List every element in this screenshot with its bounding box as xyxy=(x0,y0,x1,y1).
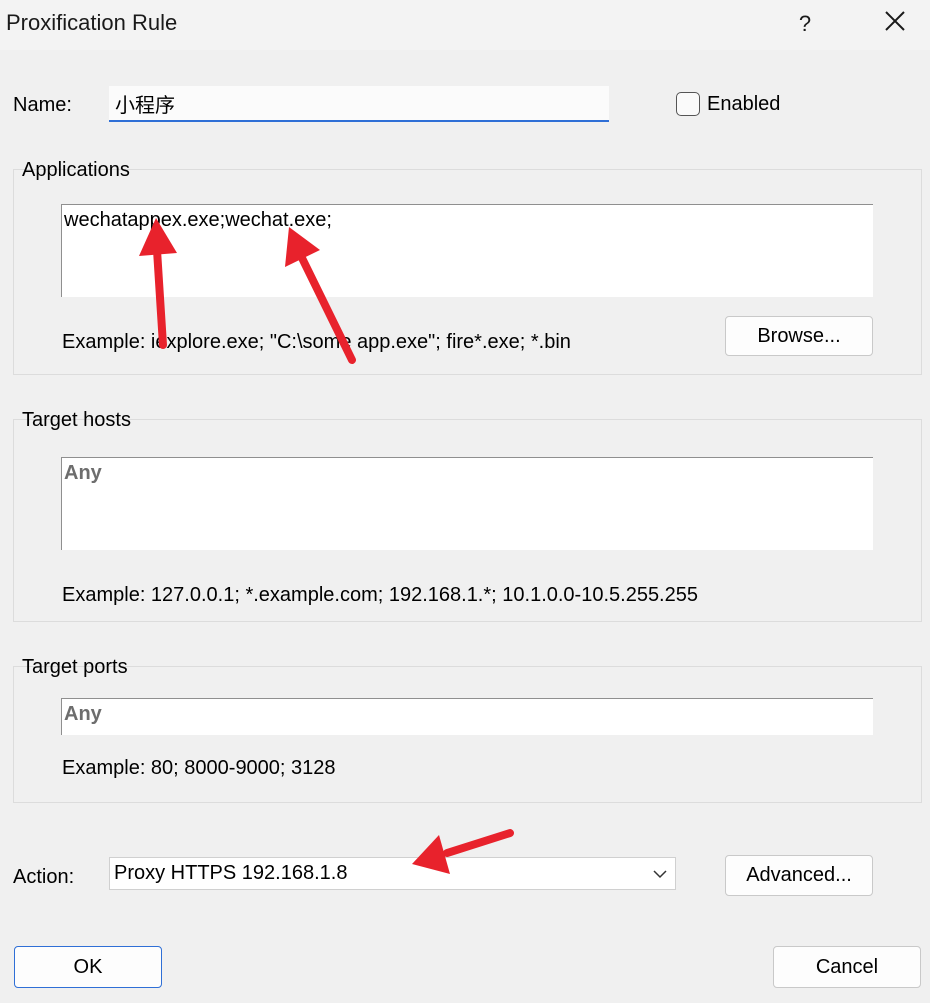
title-bar: Proxification Rule ? xyxy=(0,0,930,50)
name-field[interactable]: 小程序 xyxy=(109,86,609,122)
applications-example: Example: iexplore.exe; "C:\some app.exe"… xyxy=(62,331,571,353)
target-hosts-title: Target hosts xyxy=(22,409,131,431)
applications-textarea[interactable]: wechatappex.exe;wechat.exe; xyxy=(61,204,873,297)
action-label: Action: xyxy=(13,866,75,888)
target-hosts-example: Example: 127.0.0.1; *.example.com; 192.1… xyxy=(62,584,698,606)
window-title: Proxification Rule xyxy=(6,10,178,35)
enabled-label[interactable]: Enabled xyxy=(707,93,780,116)
enabled-checkbox[interactable] xyxy=(676,92,700,116)
help-icon: ? xyxy=(798,11,812,36)
target-hosts-placeholder: Any xyxy=(64,462,102,484)
action-dropdown[interactable]: Proxy HTTPS 192.168.1.8 xyxy=(109,857,676,890)
target-ports-placeholder: Any xyxy=(64,703,102,725)
help-button[interactable]: ? xyxy=(782,2,828,46)
ok-button[interactable]: OK xyxy=(14,946,162,988)
target-ports-input[interactable]: Any xyxy=(61,698,873,735)
browse-button[interactable]: Browse... xyxy=(725,316,873,356)
close-icon xyxy=(884,10,906,38)
action-selected-value: Proxy HTTPS 192.168.1.8 xyxy=(114,862,348,884)
target-ports-title: Target ports xyxy=(22,656,128,678)
close-button[interactable] xyxy=(872,2,918,46)
advanced-button[interactable]: Advanced... xyxy=(725,855,873,896)
chevron-down-icon xyxy=(653,864,667,879)
target-ports-example: Example: 80; 8000-9000; 3128 xyxy=(62,757,336,779)
name-label: Name: xyxy=(13,94,72,116)
applications-title: Applications xyxy=(22,159,130,181)
cancel-button[interactable]: Cancel xyxy=(773,946,921,988)
target-hosts-textarea[interactable]: Any xyxy=(61,457,873,550)
